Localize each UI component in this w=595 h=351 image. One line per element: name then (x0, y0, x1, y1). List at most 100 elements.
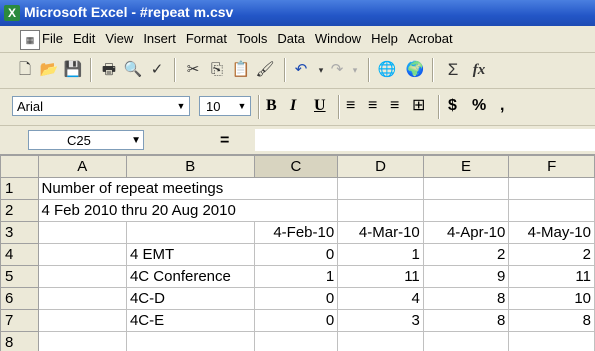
cell-d1[interactable] (337, 177, 424, 200)
print-preview-icon[interactable]: 🔍 (122, 59, 144, 81)
cell-c8[interactable] (253, 331, 339, 351)
chevron-down-icon[interactable]: ▼ (173, 97, 189, 115)
row-header[interactable]: 4 (0, 243, 39, 266)
row-header[interactable]: 6 (0, 287, 39, 310)
comma-button[interactable]: , (500, 96, 504, 116)
cell-a8[interactable] (37, 331, 127, 351)
column-header-d[interactable]: D (337, 155, 424, 178)
cell-e1[interactable] (422, 177, 510, 200)
open-icon[interactable]: 📂 (38, 59, 60, 81)
cell-e7[interactable]: 8 (422, 309, 510, 332)
new-icon[interactable]: 🗋 (14, 59, 36, 81)
research-icon[interactable]: 🌍 (404, 59, 426, 81)
column-header-a[interactable]: A (37, 155, 127, 178)
menu-file[interactable]: File (42, 31, 63, 46)
cell-a5[interactable] (37, 265, 127, 288)
row-header[interactable]: 8 (0, 331, 39, 351)
print-icon[interactable]: 🖶 (98, 59, 120, 81)
align-right-icon[interactable]: ≡ (390, 96, 399, 116)
column-header-f[interactable]: F (508, 155, 595, 178)
format-painter-icon[interactable]: 🖌 (254, 59, 276, 81)
menu-format[interactable]: Format (186, 31, 227, 46)
underline-button[interactable]: U (314, 96, 326, 116)
cell-a1[interactable]: Number of repeat meetings (37, 177, 339, 200)
cell-d7[interactable]: 3 (337, 309, 424, 332)
cell-e8[interactable] (422, 331, 510, 351)
italic-button[interactable]: I (290, 96, 296, 116)
row-header[interactable]: 1 (0, 177, 39, 200)
column-header-b[interactable]: B (125, 155, 255, 178)
cell-a2[interactable]: 4 Feb 2010 thru 20 Aug 2010 (37, 199, 339, 222)
cell-f6[interactable]: 10 (508, 287, 595, 310)
menu-view[interactable]: View (105, 31, 133, 46)
cell-d8[interactable] (337, 331, 424, 351)
cell-f8[interactable] (508, 331, 595, 351)
cell-b3[interactable] (125, 221, 255, 244)
cell-f5[interactable]: 11 (508, 265, 595, 288)
cell-f4[interactable]: 2 (508, 243, 595, 266)
cell-d6[interactable]: 4 (337, 287, 424, 310)
name-box[interactable]: C25 ▼ (28, 130, 144, 150)
merge-center-icon[interactable]: ⊞ (412, 96, 425, 116)
cell-f2[interactable] (508, 199, 595, 222)
menu-insert[interactable]: Insert (143, 31, 176, 46)
cell-d2[interactable] (337, 199, 424, 222)
align-left-icon[interactable]: ≡ (346, 96, 355, 116)
column-header-c[interactable]: C (253, 155, 339, 178)
cell-c3[interactable]: 4-Feb-10 (253, 221, 339, 244)
cell-c7[interactable]: 0 (253, 309, 339, 332)
cell-f1[interactable] (508, 177, 595, 200)
row-header[interactable]: 5 (0, 265, 39, 288)
spelling-icon[interactable]: ✓ (146, 59, 168, 81)
formula-input[interactable] (255, 129, 595, 151)
select-all-corner[interactable] (0, 155, 39, 178)
cell-f7[interactable]: 8 (508, 309, 595, 332)
cell-f3[interactable]: 4-May-10 (508, 221, 595, 244)
cut-icon[interactable]: ✂ (182, 59, 204, 81)
font-name-select[interactable]: Arial ▼ (12, 96, 190, 116)
redo-dropdown-icon[interactable]: ▾ (344, 59, 366, 81)
autosum-icon[interactable]: Σ (442, 59, 464, 81)
bold-button[interactable]: B (266, 96, 277, 116)
chevron-down-icon[interactable]: ▼ (131, 131, 141, 151)
cell-c6[interactable]: 0 (253, 287, 339, 310)
row-header[interactable]: 2 (0, 199, 39, 222)
font-size-select[interactable]: 10 ▼ (199, 96, 251, 116)
undo-icon[interactable]: ↶ (290, 59, 312, 81)
menu-tools[interactable]: Tools (237, 31, 267, 46)
copy-icon[interactable]: ⎘ (206, 59, 228, 81)
cell-c4[interactable]: 0 (253, 243, 339, 266)
menu-data[interactable]: Data (277, 31, 304, 46)
cell-b5[interactable]: 4C Conference (125, 265, 255, 288)
cell-b4[interactable]: 4 EMT (125, 243, 255, 266)
currency-button[interactable]: $ (448, 96, 457, 116)
cell-b7[interactable]: 4C-E (125, 309, 255, 332)
cell-b8[interactable] (125, 331, 255, 351)
menu-help[interactable]: Help (371, 31, 398, 46)
cell-b6[interactable]: 4C-D (125, 287, 255, 310)
align-center-icon[interactable]: ≡ (368, 96, 377, 116)
menu-window[interactable]: Window (315, 31, 361, 46)
cell-e3[interactable]: 4-Apr-10 (422, 221, 510, 244)
row-header[interactable]: 3 (0, 221, 39, 244)
row-header[interactable]: 7 (0, 309, 39, 332)
menu-acrobat[interactable]: Acrobat (408, 31, 453, 46)
cell-d3[interactable]: 4-Mar-10 (337, 221, 424, 244)
cell-e6[interactable]: 8 (422, 287, 510, 310)
menu-edit[interactable]: Edit (73, 31, 95, 46)
equals-icon[interactable]: = (220, 132, 229, 150)
insert-hyperlink-icon[interactable]: 🌐 (376, 59, 398, 81)
percent-button[interactable]: % (472, 96, 486, 116)
document-icon[interactable]: ▦ (20, 30, 40, 50)
cell-a7[interactable] (37, 309, 127, 332)
column-header-e[interactable]: E (422, 155, 510, 178)
cell-e5[interactable]: 9 (422, 265, 510, 288)
cell-e2[interactable] (422, 199, 510, 222)
cell-e4[interactable]: 2 (422, 243, 510, 266)
cell-d4[interactable]: 1 (337, 243, 424, 266)
chevron-down-icon[interactable]: ▼ (234, 97, 250, 115)
cell-a6[interactable] (37, 287, 127, 310)
cell-a3[interactable] (37, 221, 127, 244)
insert-function-icon[interactable]: fx (468, 59, 490, 81)
cell-d5[interactable]: 11 (337, 265, 424, 288)
